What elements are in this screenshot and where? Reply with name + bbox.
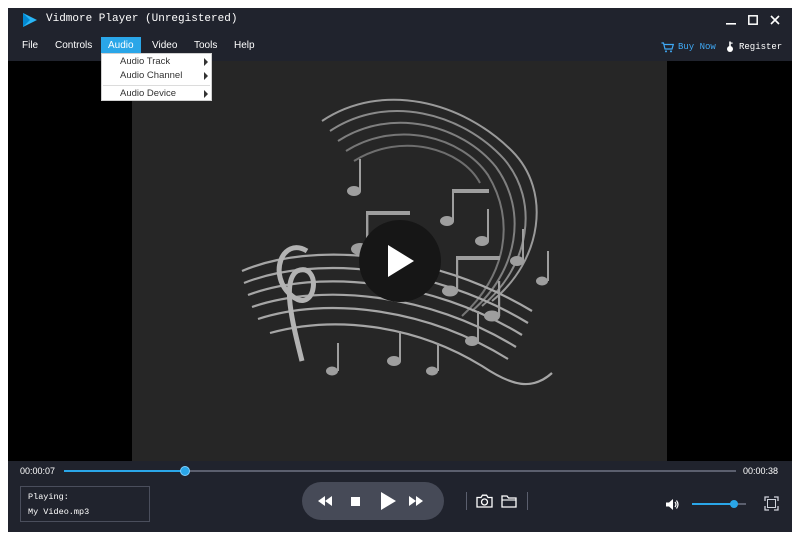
play-overlay-button[interactable] (359, 220, 441, 302)
minimize-button[interactable] (722, 11, 740, 29)
submenu-arrow-icon (204, 72, 208, 80)
menu-item-audio-device[interactable]: Audio Device (102, 87, 211, 101)
progress-thumb[interactable] (179, 466, 190, 476)
submenu-arrow-icon (204, 58, 208, 66)
audio-track-label: Audio Track (120, 56, 171, 67)
maximize-icon (748, 15, 758, 25)
menu-item-audio-channel[interactable]: Audio Channel (102, 69, 211, 83)
fast-forward-button[interactable] (406, 491, 426, 511)
progress-slider[interactable] (64, 466, 736, 476)
rewind-button[interactable] (315, 491, 335, 511)
progress-fill (64, 470, 185, 472)
volume-button[interactable] (662, 495, 682, 513)
fullscreen-icon (763, 495, 779, 511)
key-icon (727, 41, 733, 52)
menu-help[interactable]: Help (227, 37, 262, 54)
title-bar: Vidmore Player (Unregistered) (8, 8, 792, 32)
maximize-button[interactable] (744, 11, 762, 29)
buy-now-link[interactable]: Buy Now (661, 39, 716, 55)
window-title: Vidmore Player (Unregistered) (46, 13, 238, 25)
snapshot-button[interactable] (474, 492, 494, 510)
audio-menu-dropdown: Audio Track Audio Channel Audio Device (101, 53, 212, 101)
playing-file-name: My Video.mp3 (28, 507, 90, 517)
register-label: Register (739, 42, 783, 52)
player-window: Vidmore Player (Unregistered) File Contr… (8, 8, 792, 532)
total-time: 00:00:38 (743, 466, 779, 476)
folder-icon (501, 494, 517, 508)
volume-slider[interactable] (692, 500, 746, 508)
vidmore-logo-icon (23, 13, 37, 27)
transport-controls (302, 482, 444, 520)
video-area[interactable] (8, 61, 792, 461)
menu-audio[interactable]: Audio (101, 37, 141, 54)
buy-now-label: Buy Now (678, 42, 716, 52)
toolbar-divider (527, 492, 528, 510)
playing-label: Playing: (28, 492, 69, 502)
menu-video[interactable]: Video (145, 37, 184, 54)
now-playing-box: Playing: My Video.mp3 (20, 486, 150, 522)
close-icon (770, 15, 780, 25)
stop-icon (350, 496, 360, 506)
register-link[interactable]: Register (726, 39, 782, 55)
fullscreen-button[interactable] (761, 494, 781, 512)
audio-channel-label: Audio Channel (120, 70, 183, 81)
audio-device-label: Audio Device (120, 88, 176, 99)
menu-tools[interactable]: Tools (187, 37, 224, 54)
fast-forward-icon (409, 496, 423, 506)
toolbar-divider (466, 492, 467, 510)
rewind-icon (318, 496, 332, 506)
camera-icon (475, 494, 493, 508)
stop-button[interactable] (345, 491, 365, 511)
menu-controls[interactable]: Controls (48, 37, 99, 54)
cart-icon (661, 41, 674, 52)
current-time: 00:00:07 (20, 466, 56, 476)
play-button[interactable] (376, 489, 400, 513)
menu-file[interactable]: File (15, 37, 45, 54)
submenu-arrow-icon (204, 90, 208, 98)
minimize-icon (726, 23, 736, 25)
play-overlay-icon (388, 245, 414, 277)
speaker-icon (665, 498, 679, 510)
menu-item-audio-track[interactable]: Audio Track (102, 55, 211, 69)
volume-thumb[interactable] (730, 500, 739, 508)
play-icon (381, 492, 396, 510)
close-button[interactable] (766, 11, 784, 29)
menu-divider (103, 85, 210, 86)
open-folder-button[interactable] (499, 492, 519, 510)
volume-fill (692, 503, 735, 505)
